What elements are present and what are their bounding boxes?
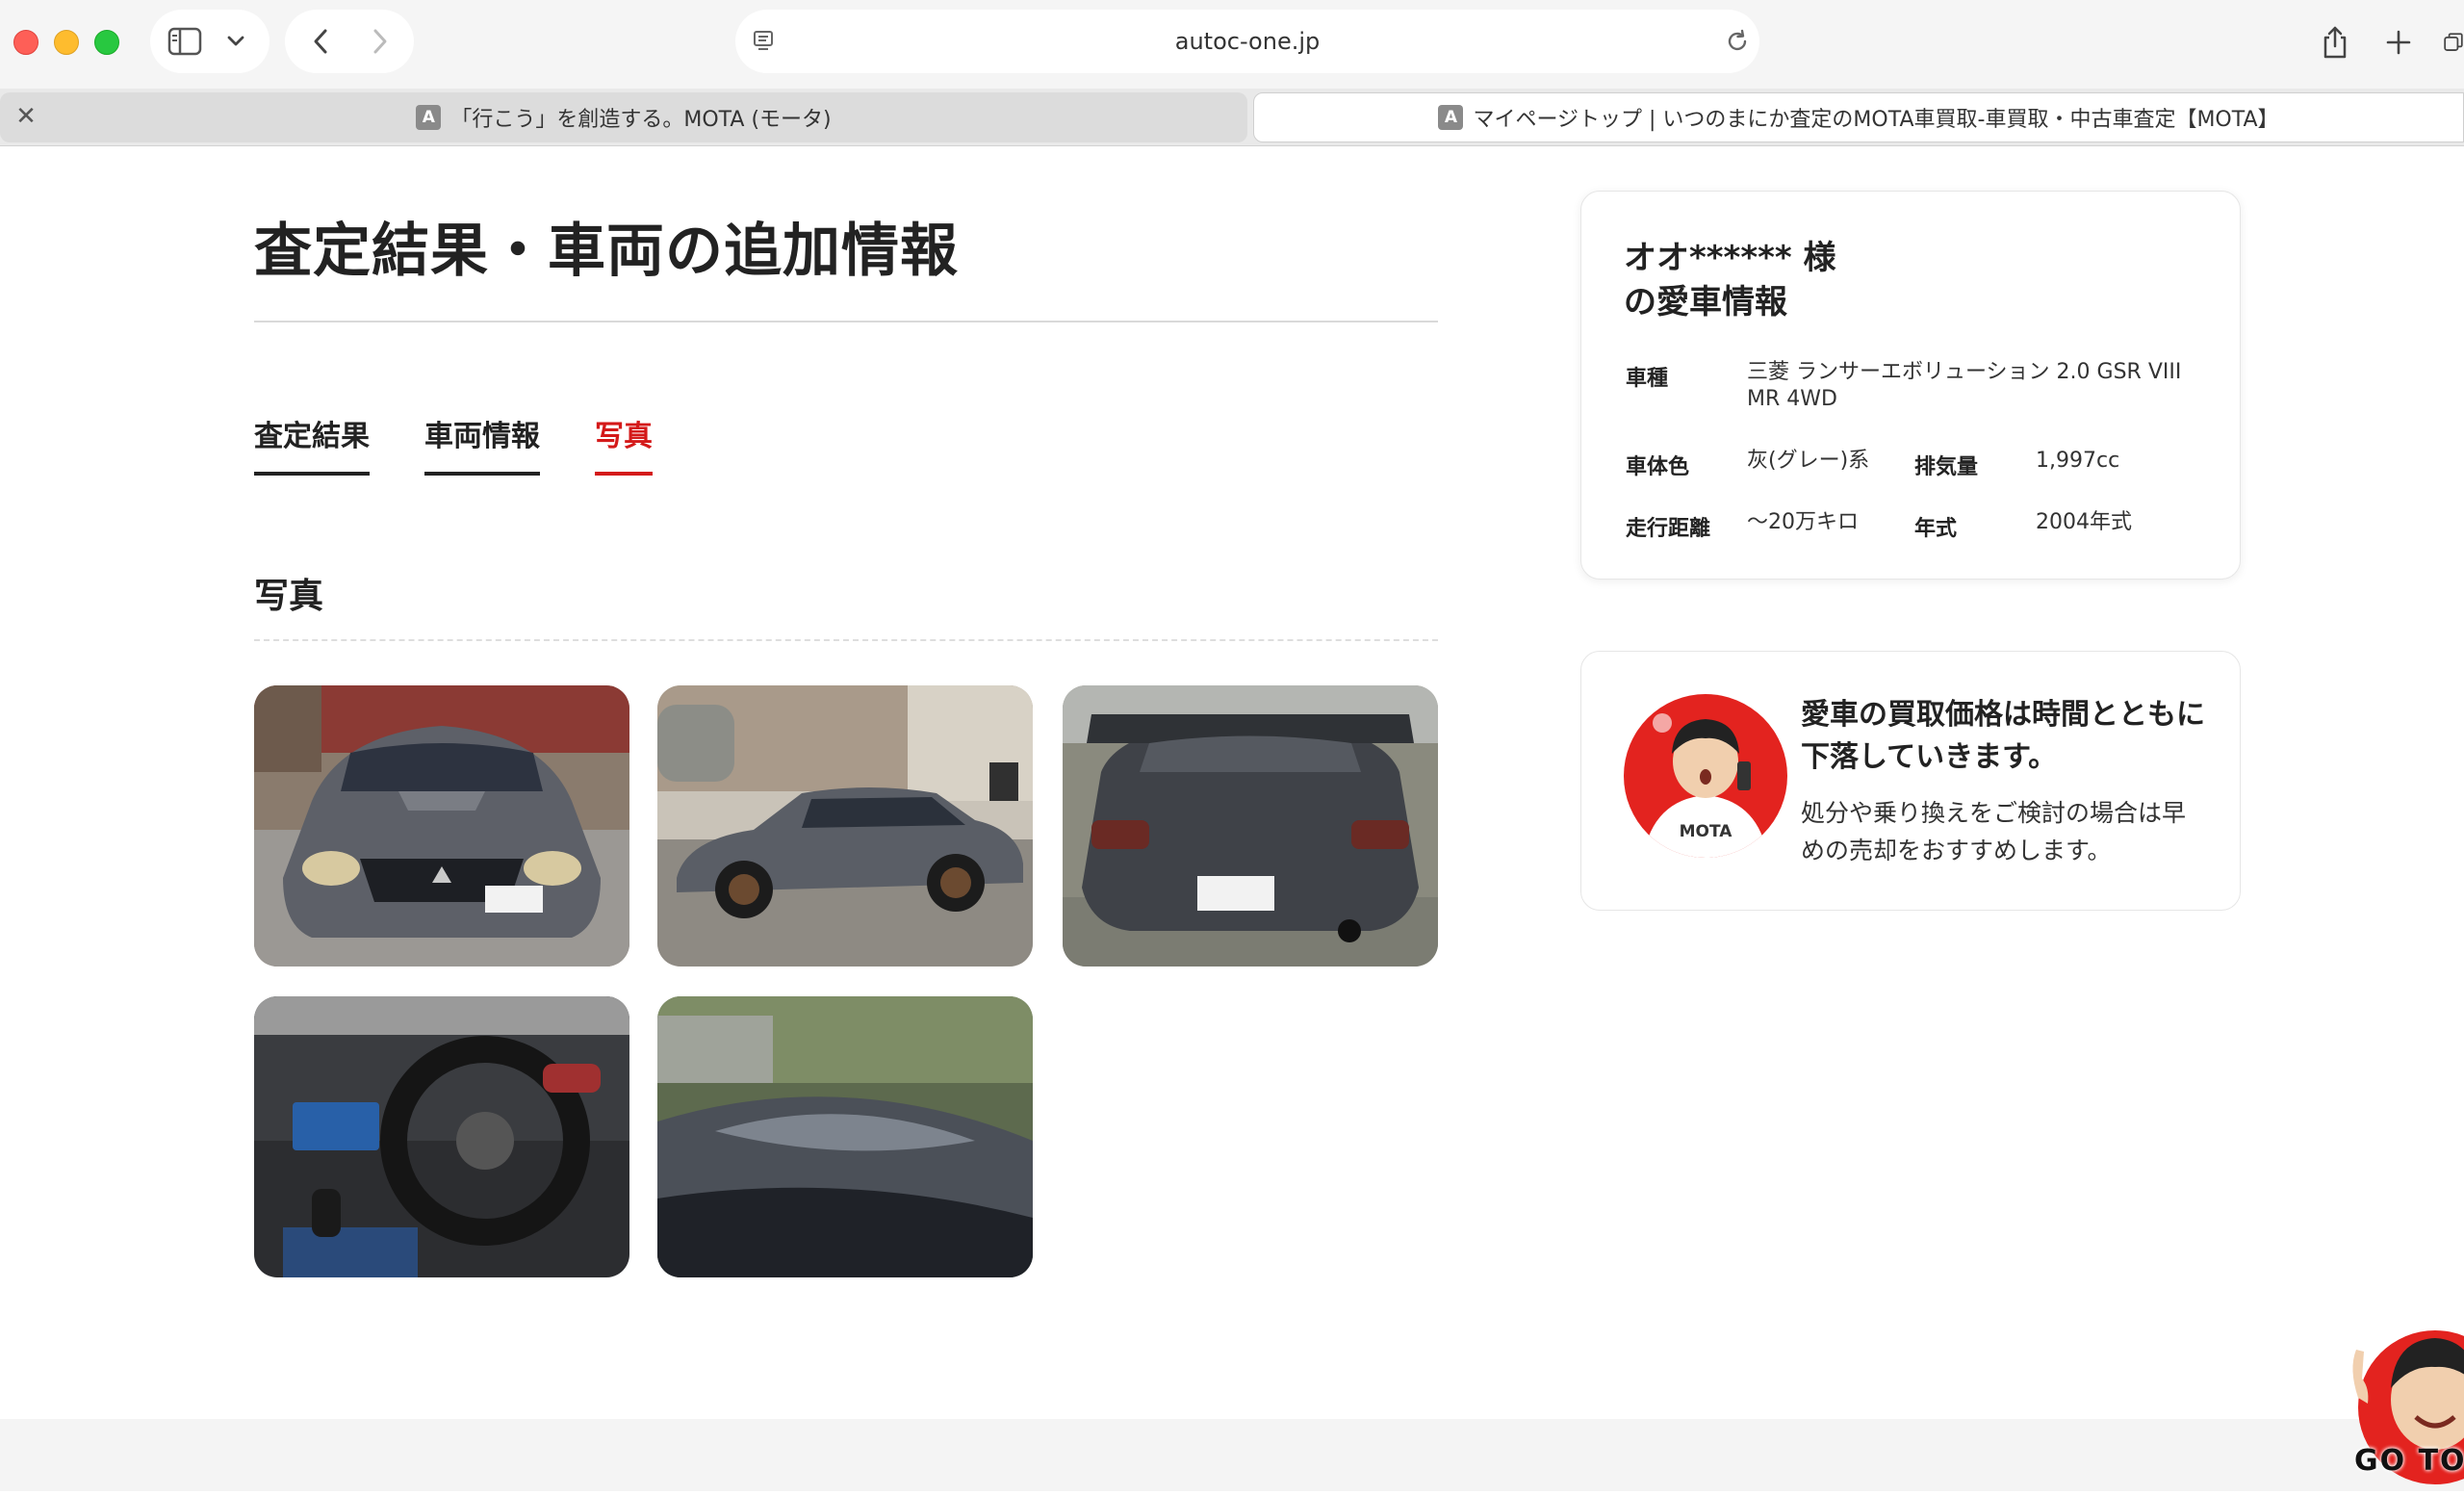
share-icon[interactable]: [2318, 23, 2352, 62]
go-top-label[interactable]: GO TOP: [2354, 1444, 2464, 1478]
section-divider: [254, 639, 1438, 641]
tab-bar: ✕ A 「行こう」を創造する。MOTA (モータ) A マイページトップ | い…: [0, 89, 2464, 146]
tab-assessment-result[interactable]: 査定結果: [254, 412, 370, 476]
tab-overview-icon[interactable]: [2443, 25, 2464, 60]
tab-mota-home[interactable]: ✕ A 「行こう」を創造する。MOTA (モータ): [0, 92, 1247, 142]
year-value: 2004年式: [2036, 510, 2132, 534]
tab-title: マイページトップ | いつのまにか査定のMOTA車買取-車買取・中古車査定【MO…: [1473, 108, 2279, 132]
minimize-window-button[interactable]: [54, 30, 79, 55]
model-label: 車種: [1626, 367, 1669, 391]
browser-toolbar: autoc-one.jp: [0, 0, 2464, 89]
title-divider: [254, 321, 1438, 322]
favicon-icon: A: [1438, 105, 1464, 130]
car-rear-photo[interactable]: [1063, 685, 1438, 967]
avatar-shirt-text: MOTA: [1680, 822, 1733, 841]
color-label: 車体色: [1626, 455, 1690, 479]
back-icon[interactable]: [304, 25, 337, 58]
chevron-down-icon[interactable]: [221, 27, 250, 56]
close-window-button[interactable]: [13, 30, 38, 55]
navigation-group: [285, 10, 414, 73]
mascot-avatar: MOTA: [1624, 694, 1787, 858]
owner-name: オオ****** 様: [1624, 239, 1836, 277]
zoom-window-button[interactable]: [94, 30, 119, 55]
car-interior-photo[interactable]: [254, 996, 629, 1277]
model-value: 三菱 ランサーエボリューション 2.0 GSR VIII MR 4WD: [1747, 360, 2182, 411]
tab-title: 「行こう」を創造する。MOTA (モータ): [450, 108, 832, 132]
sidebar-icon[interactable]: [167, 25, 202, 58]
reload-icon[interactable]: [1723, 27, 1752, 56]
color-value: 灰(グレー)系: [1747, 449, 1870, 473]
promo-headline: 愛車の買取価格は時間とともに下落していきます。: [1801, 698, 2205, 774]
tab-vehicle-info[interactable]: 車両情報: [424, 412, 540, 476]
tab-photos[interactable]: 写真: [595, 412, 653, 476]
car-front-photo[interactable]: [254, 685, 629, 967]
new-tab-icon[interactable]: [2381, 25, 2416, 60]
sidebar-toggle-group: [150, 10, 270, 73]
mileage-value: 〜20万キロ: [1747, 510, 1859, 534]
car-roof-photo[interactable]: [657, 996, 1033, 1277]
vehicle-info-card: オオ****** 様 の愛車情報 車種 三菱 ランサーエボリューション 2.0 …: [1580, 191, 2241, 580]
owner-heading: オオ****** 様 の愛車情報: [1624, 236, 1836, 324]
owner-subtitle: の愛車情報: [1624, 283, 1787, 322]
url-text: autoc-one.jp: [1174, 28, 1321, 55]
forward-icon[interactable]: [364, 25, 397, 58]
favicon-icon: A: [416, 105, 442, 130]
page-title: 査定結果・車両の追加情報: [254, 218, 959, 285]
promo-body: 処分や乗り換えをご検討の場合は早めの売却をおすすめします。: [1801, 799, 2187, 864]
mileage-label: 走行距離: [1626, 517, 1711, 541]
footer-band: [0, 1419, 2464, 1491]
car-side-photo[interactable]: [657, 685, 1033, 967]
year-label: 年式: [1914, 517, 1958, 541]
address-bar[interactable]: autoc-one.jp: [735, 10, 1759, 73]
tab-close-icon[interactable]: ✕: [12, 102, 40, 131]
displacement-label: 排気量: [1914, 455, 1979, 479]
tab-mypage[interactable]: A マイページトップ | いつのまにか査定のMOTA車買取-車買取・中古車査定【…: [1253, 92, 2464, 142]
displacement-value: 1,997cc: [2036, 449, 2120, 473]
section-title: 写真: [254, 577, 324, 616]
promo-card: MOTA 愛車の買取価格は時間とともに下落していきます。 処分や乗り換えをご検討…: [1580, 651, 2241, 911]
